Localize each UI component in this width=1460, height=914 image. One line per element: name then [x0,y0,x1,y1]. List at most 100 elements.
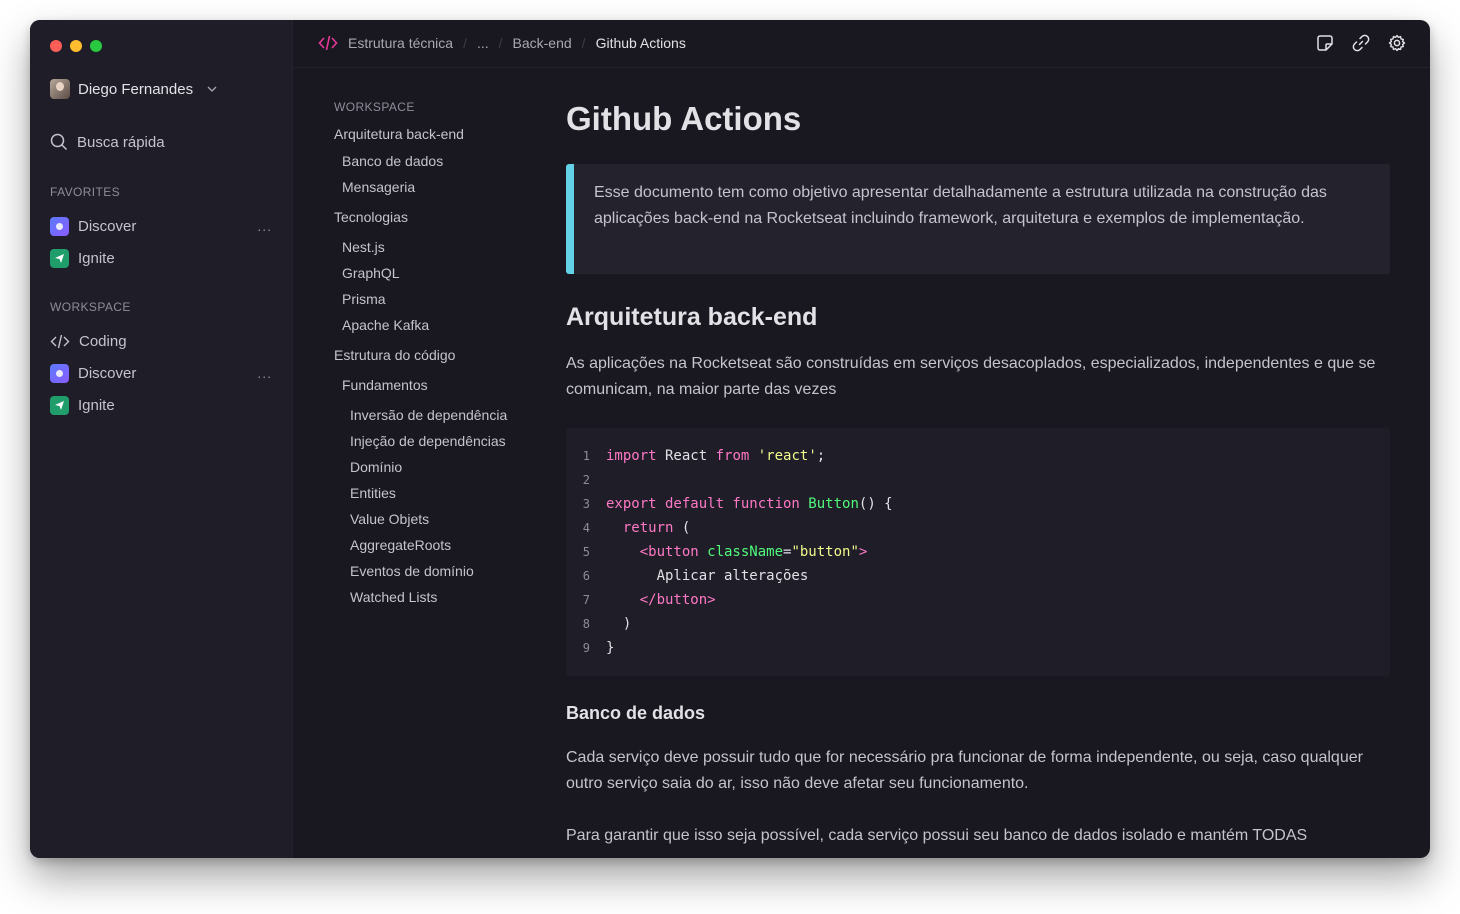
toc-item[interactable]: Apache Kafka [342,317,429,333]
maximize-window-button[interactable] [90,40,102,52]
toc-item[interactable]: Domínio [350,459,402,475]
section-heading: Arquitetura back-end [566,303,818,331]
toc-item[interactable]: Fundamentos [342,377,428,393]
app-window: Diego Fernandes Busca rápida FAVORITES D… [30,20,1430,858]
code-line: 6 Aplicar alterações [566,564,1390,588]
sidebar: Diego Fernandes Busca rápida FAVORITES D… [30,20,293,858]
toc-item[interactable]: Estrutura do código [334,347,455,363]
code-token: > [858,544,868,560]
toc-item[interactable]: Prisma [342,291,386,307]
minimize-window-button[interactable] [70,40,82,52]
code-line: 2 [566,468,1390,492]
breadcrumb: Estrutura técnica / ... / Back-end / Git… [318,35,686,51]
toc-item[interactable]: Tecnologias [334,209,408,225]
code-token: Aplicar alterações [606,568,809,584]
toc-item[interactable]: Arquitetura back-end [334,126,464,142]
document-content: Github Actions Esse documento tem como o… [566,100,1390,844]
favorite-item-label: Ignite [78,249,115,267]
table-of-contents: WORKSPACE Arquitetura back-end Banco de … [334,100,544,605]
line-number: 2 [582,473,590,487]
workspace-item-label: Coding [79,332,127,350]
user-name: Diego Fernandes [78,80,194,98]
breadcrumb-item[interactable]: Estrutura técnica [348,35,453,51]
toc-item[interactable]: GraphQL [342,265,400,281]
code-token: ; [816,448,826,464]
breadcrumb-current: Github Actions [595,35,686,51]
toc-item[interactable]: Mensageria [342,179,415,195]
callout: Esse documento tem como objetivo apresen… [566,164,1390,274]
code-line: 9 } [566,636,1390,660]
line-number: 7 [582,593,590,607]
code-token: Button [799,496,859,512]
breadcrumb-separator: / [498,35,503,51]
line-number: 3 [582,497,590,511]
code-token: React [656,448,716,464]
code-token: "button" [791,544,859,560]
code-token: import [606,448,657,464]
toc-item[interactable]: Banco de dados [342,153,443,169]
section-paragraph: As aplicações na Rocketseat são construí… [566,355,1376,398]
code-block: 1 import React from 'react'; 2 3 export … [566,428,1390,676]
quick-search-label: Busca rápida [77,133,165,151]
top-bar: Estrutura técnica / ... / Back-end / Git… [294,20,1430,68]
toc-item[interactable]: AggregateRoots [350,537,451,553]
code-icon [318,35,338,51]
discover-icon [50,216,69,236]
close-window-button[interactable] [50,40,62,52]
more-options-button[interactable]: ... [257,218,272,234]
note-icon[interactable] [1316,34,1334,52]
code-token: export default function [606,496,800,512]
code-line: 1 import React from 'react'; [566,444,1390,468]
code-token: } [606,640,615,656]
code-token: className [698,544,784,560]
code-line: 3 export default function Button() { [566,492,1390,516]
code-token: ( [673,520,691,536]
breadcrumb-item[interactable]: Back-end [513,35,572,51]
line-number: 9 [582,641,590,655]
chevron-down-icon [207,86,217,92]
breadcrumb-item[interactable]: ... [477,35,489,51]
toc-item[interactable]: Injeção de dependências [350,433,506,449]
workspace-item-label: Ignite [78,396,115,414]
favorite-item-ignite[interactable]: Ignite [50,246,272,270]
toc-label: WORKSPACE [334,100,415,114]
page-title: Github Actions [566,100,802,137]
toc-item[interactable]: Inversão de dependência [350,407,507,423]
workspace-item-label: Discover [78,364,137,382]
window-controls [50,40,102,52]
code-token: = [783,544,792,560]
breadcrumb-separator: / [463,35,467,51]
link-icon[interactable] [1352,34,1370,52]
toc-item[interactable]: Value Objets [350,511,429,527]
toc-item[interactable]: Eventos de domínio [350,563,474,579]
user-switcher[interactable]: Diego Fernandes [50,79,217,99]
line-number: 1 [582,449,590,463]
code-token: from [715,448,750,464]
favorite-item-label: Discover [78,217,137,235]
code-token: () { [858,496,893,512]
workspace-item-ignite[interactable]: Ignite [50,393,272,417]
gear-icon[interactable] [1388,34,1406,52]
line-number: 4 [582,521,590,535]
workspace-item-discover[interactable]: Discover ... [50,361,272,385]
code-line: 5 <button className = "button" > [566,540,1390,564]
code-icon [50,334,70,348]
favorite-item-discover[interactable]: Discover ... [50,214,272,238]
code-token: return [606,520,674,536]
discover-icon [50,363,69,383]
avatar [50,79,70,99]
quick-search-button[interactable]: Busca rápida [50,133,165,151]
toc-item[interactable]: Entities [350,485,396,501]
toc-item[interactable]: Nest.js [342,239,385,255]
truncated-paragraph: Para garantir que isso seja possível, ca… [566,827,1308,844]
top-actions [1316,34,1406,52]
subsection-heading: Banco de dados [566,703,706,723]
workspace-item-coding[interactable]: Coding [50,329,272,353]
search-icon [50,133,68,151]
code-token: 'react' [749,448,817,464]
line-number: 5 [582,545,590,559]
toc-item[interactable]: Watched Lists [350,589,437,605]
ignite-icon [50,248,69,268]
more-options-button[interactable]: ... [257,365,272,381]
code-token: <button [606,544,699,560]
